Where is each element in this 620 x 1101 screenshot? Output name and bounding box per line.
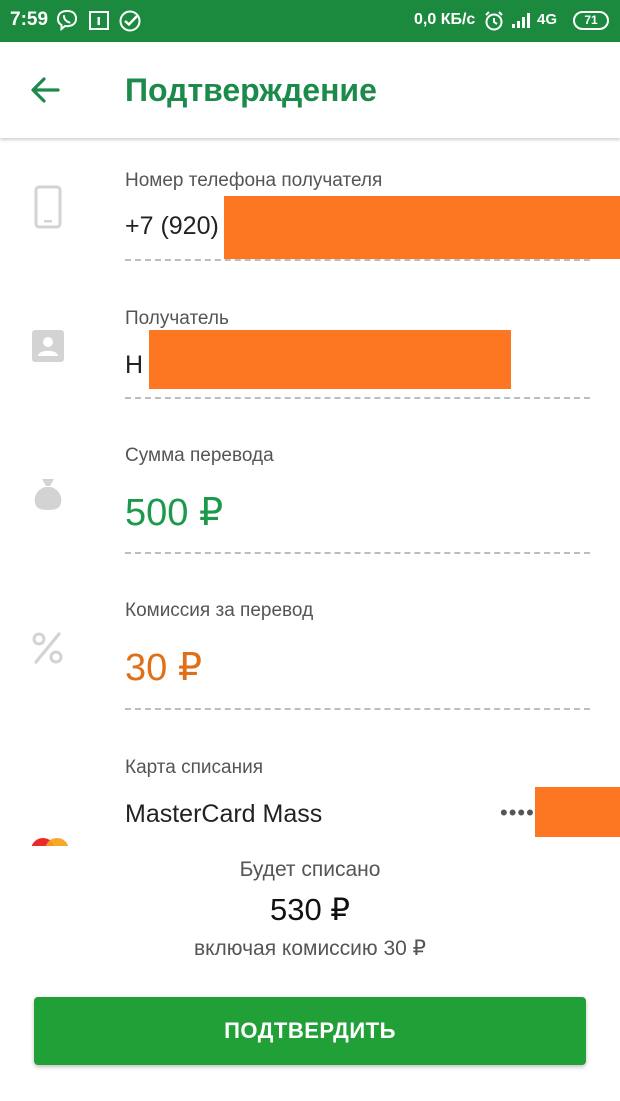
recipient-label: Получатель [125,308,229,329]
money-bag-icon [28,475,68,515]
app-bar: Подтверждение [0,42,620,138]
phone-value: +7 (920) [125,212,219,240]
card-masked-number: •••• [500,800,535,825]
signal-icon [511,11,535,34]
summary-label: Будет списано [239,858,381,881]
viber-icon [56,9,78,36]
status-time: 7:59 [10,9,49,30]
phone-label: Номер телефона получателя [125,170,383,191]
card-value: MasterCard Mass [125,800,323,828]
divider [125,552,590,554]
phone-icon [28,185,68,229]
card-label: Карта списания [125,757,263,778]
status-bar: 7:59 0,0 КБ/с 4G 71 [0,0,620,42]
arrow-left-icon [31,77,60,103]
commission-value: 30 ₽ [125,647,203,689]
network-speed: 0,0 КБ/с [414,11,476,28]
divider [125,397,590,399]
divider [125,708,590,710]
redaction-block [149,330,511,389]
summary-note: включая комиссию 30 ₽ [193,937,427,960]
contact-card-icon [28,326,68,366]
calendar-icon [88,9,110,36]
page-title: Подтверждение [125,72,377,108]
recipient-value: Н [125,351,144,379]
sberbank-icon [118,9,142,38]
redaction-block [224,196,620,259]
divider [125,259,590,261]
redaction-block [535,787,620,837]
amount-value: 500 ₽ [125,492,224,534]
amount-label: Сумма перевода [125,445,274,466]
confirm-button[interactable]: ПОДТВЕРДИТЬ [34,997,586,1065]
battery-icon: 71 [573,11,609,30]
network-type: 4G [537,11,558,28]
commission-label: Комиссия за перевод [125,600,314,621]
back-button[interactable] [24,70,68,110]
alarm-icon [484,10,504,37]
percent-icon [28,628,68,668]
summary-amount: 530 ₽ [269,892,351,927]
